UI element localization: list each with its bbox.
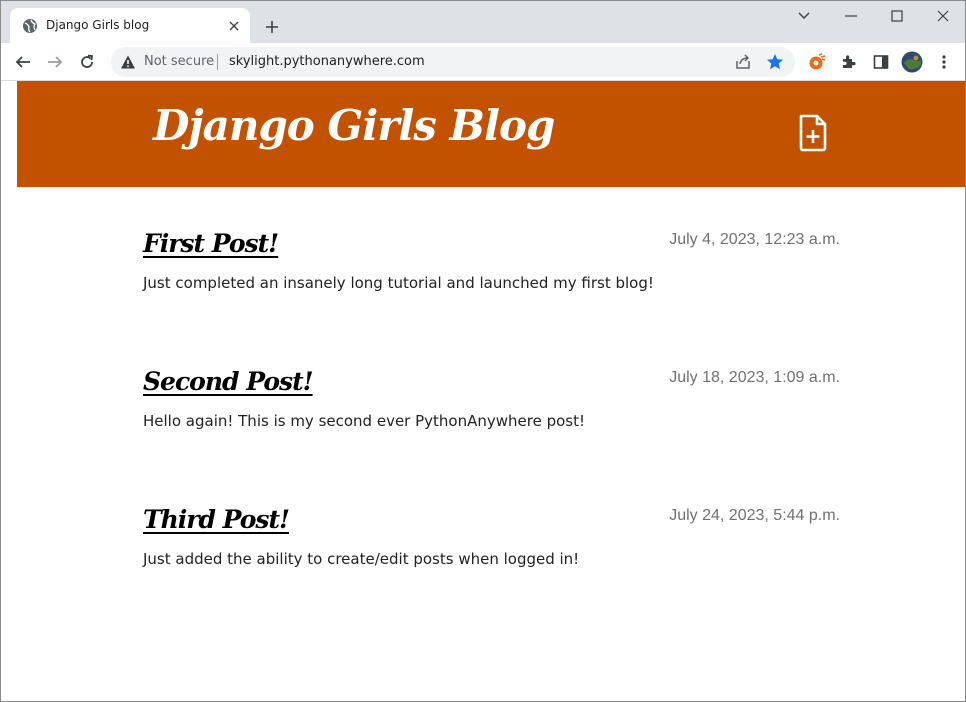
new-tab-icon[interactable]	[260, 15, 284, 39]
post-title-link[interactable]: First Post!	[143, 229, 279, 258]
maximize-icon[interactable]	[874, 1, 920, 31]
file-plus-icon[interactable]	[797, 113, 829, 153]
tab-close-icon[interactable]	[224, 16, 244, 36]
site-header: Django Girls Blog	[17, 81, 965, 187]
globe-icon	[23, 19, 37, 33]
post-date: July 18, 2023, 1:09 a.m.	[669, 369, 840, 386]
minimize-icon[interactable]	[828, 1, 874, 31]
puzzle-icon[interactable]	[835, 48, 863, 76]
tab-search-icon[interactable]	[781, 1, 827, 31]
side-panel-icon[interactable]	[867, 48, 895, 76]
reload-icon[interactable]	[73, 48, 101, 76]
back-arrow-icon[interactable]	[9, 48, 37, 76]
bookmark-star-icon[interactable]	[766, 53, 784, 71]
extension-fox-icon[interactable]	[803, 48, 831, 76]
omnibox-divider	[217, 54, 218, 70]
share-icon[interactable]	[734, 53, 752, 71]
tab-strip: Django Girls blog	[1, 1, 965, 43]
post-text: Just added the ability to create/edit po…	[143, 550, 580, 568]
warning-icon[interactable]	[120, 54, 136, 70]
post-text: Just completed an insanely long tutorial…	[143, 274, 654, 292]
post-date: July 24, 2023, 5:44 p.m.	[669, 507, 840, 524]
close-window-icon[interactable]	[920, 1, 965, 31]
tab-title: Django Girls blog	[46, 18, 150, 32]
security-label[interactable]: Not secure	[144, 54, 214, 69]
url-text[interactable]: skylight.pythonanywhere.com	[229, 54, 425, 69]
post-title-link[interactable]: Third Post!	[143, 505, 290, 534]
post-text: Hello again! This is my second ever Pyth…	[143, 412, 585, 430]
browser-tab[interactable]: Django Girls blog	[10, 8, 250, 43]
profile-avatar[interactable]	[898, 48, 926, 76]
kebab-menu-icon[interactable]	[930, 48, 958, 76]
browser-toolbar: Not secure skylight.pythonanywhere.com	[1, 43, 965, 81]
browser-window: Django Girls blog Not secure skylight.py…	[0, 0, 966, 702]
address-bar[interactable]: Not secure skylight.pythonanywhere.com	[111, 47, 795, 77]
page-content: Django Girls Blog First Post! July 4, 20…	[17, 81, 965, 701]
post-title-link[interactable]: Second Post!	[143, 367, 314, 396]
forward-arrow-icon[interactable]	[41, 48, 69, 76]
post-date: July 4, 2023, 12:23 a.m.	[669, 231, 840, 248]
blog-title-link[interactable]: Django Girls Blog	[153, 101, 555, 150]
